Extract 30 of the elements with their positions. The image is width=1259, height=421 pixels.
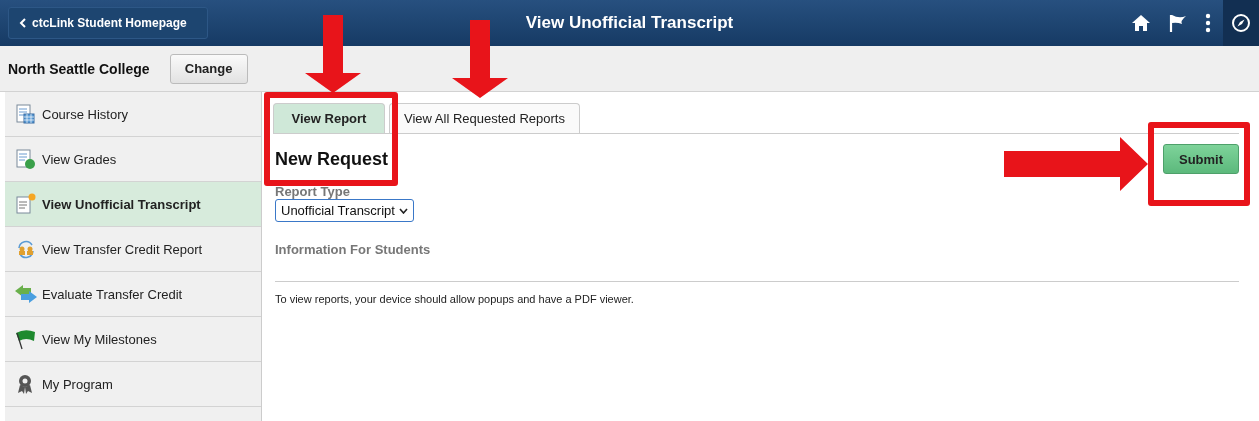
- flag-icon[interactable]: [1169, 13, 1187, 33]
- more-menu-icon[interactable]: [1205, 13, 1211, 33]
- back-button[interactable]: ctcLink Student Homepage: [8, 7, 208, 39]
- sidebar-item[interactable]: My Program: [5, 362, 261, 407]
- chevron-left-icon: [19, 18, 26, 28]
- tab[interactable]: View Report: [273, 103, 385, 133]
- sidebar-item[interactable]: Evaluate Transfer Credit: [5, 272, 261, 317]
- exchange-arrows-icon: [15, 283, 37, 305]
- flag-icon: [15, 328, 37, 350]
- home-icon[interactable]: [1131, 14, 1151, 32]
- tab[interactable]: View All Requested Reports: [389, 103, 580, 133]
- compass-icon[interactable]: [1223, 0, 1259, 46]
- info-text: To view reports, your device should allow popups and have a PDF viewer.: [274, 293, 635, 305]
- change-button[interactable]: Change: [169, 53, 248, 84]
- submit-button[interactable]: Submit: [1163, 144, 1239, 174]
- report-type-dropdown[interactable]: Unofficial Transcript: [275, 199, 414, 222]
- people-exchange-icon: [15, 238, 37, 260]
- sidebar-item[interactable]: View Transfer Credit Report: [5, 227, 261, 272]
- institution-name: North Seattle College: [8, 60, 150, 77]
- form-heading: New Request: [275, 148, 389, 170]
- caret-icon: [398, 207, 408, 214]
- sidebar-item[interactable]: View My Milestones: [5, 317, 261, 362]
- document-star-icon: [15, 193, 37, 215]
- document-badge-icon: [15, 148, 37, 170]
- sidebar-item[interactable]: View Unofficial Transcript: [5, 182, 261, 227]
- sidebar-item[interactable]: Course History: [5, 92, 261, 137]
- field-label: Report Type: [274, 184, 351, 199]
- section-heading: Information For Students: [274, 242, 432, 257]
- page-title: View Unofficial Transcript: [525, 13, 734, 33]
- document-table-icon: [15, 103, 37, 125]
